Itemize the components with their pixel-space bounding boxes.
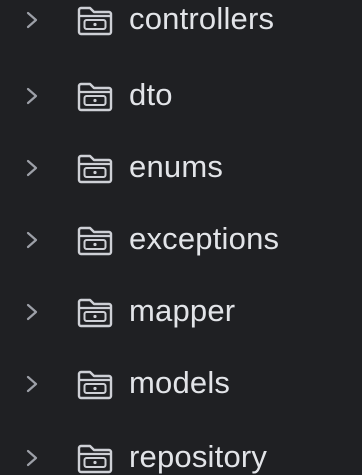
tree-item-enums[interactable]: enums bbox=[0, 137, 362, 199]
chevron-right-icon[interactable] bbox=[22, 300, 42, 324]
tree-item-label: exceptions bbox=[129, 221, 280, 257]
folder-icon bbox=[75, 152, 115, 184]
chevron-right-icon[interactable] bbox=[22, 446, 42, 470]
tree-item-label: enums bbox=[129, 149, 224, 185]
tree-item-controllers[interactable]: controllers bbox=[0, 0, 362, 51]
tree-item-label: repository bbox=[129, 439, 268, 475]
chevron-right-icon[interactable] bbox=[22, 372, 42, 396]
project-tree: controllers dto enums exceptions mapper … bbox=[0, 0, 362, 475]
tree-item-label: models bbox=[129, 365, 231, 401]
folder-icon bbox=[75, 296, 115, 328]
folder-icon bbox=[75, 368, 115, 400]
tree-item-label: mapper bbox=[129, 293, 236, 329]
folder-icon bbox=[75, 442, 115, 474]
tree-item-repository[interactable]: repository bbox=[0, 427, 362, 475]
folder-icon bbox=[75, 224, 115, 256]
folder-icon bbox=[75, 80, 115, 112]
folder-icon bbox=[75, 4, 115, 36]
tree-item-label: controllers bbox=[129, 1, 275, 37]
chevron-right-icon[interactable] bbox=[22, 84, 42, 108]
chevron-right-icon[interactable] bbox=[22, 228, 42, 252]
tree-item-mapper[interactable]: mapper bbox=[0, 281, 362, 343]
chevron-right-icon[interactable] bbox=[22, 156, 42, 180]
tree-item-dto[interactable]: dto bbox=[0, 65, 362, 127]
tree-item-label: dto bbox=[129, 77, 173, 113]
tree-item-models[interactable]: models bbox=[0, 353, 362, 415]
chevron-right-icon[interactable] bbox=[22, 8, 42, 32]
tree-item-exceptions[interactable]: exceptions bbox=[0, 209, 362, 271]
